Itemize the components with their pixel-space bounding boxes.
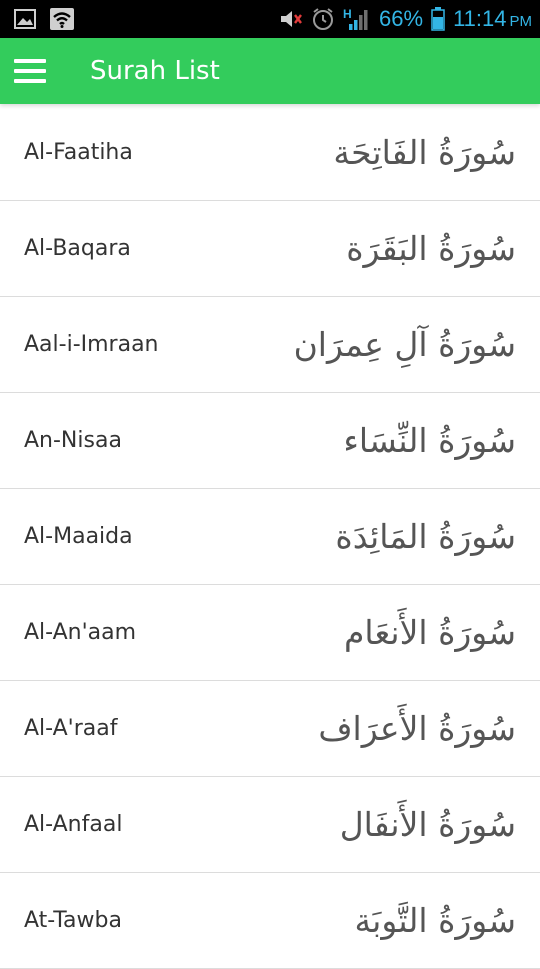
battery-percent: 66% [379, 6, 424, 31]
surah-list: Al-Faatiha سُورَةُ الفَاتِحَة Al-Baqara سُو… [0, 104, 540, 969]
surah-arabic-calligraphy: سُورَةُ التَّوبَة [354, 901, 516, 940]
surah-name: Al-An'aam [24, 620, 137, 645]
hamburger-menu-icon[interactable] [14, 59, 46, 83]
surah-name: Al-Maaida [24, 524, 133, 549]
surah-arabic-calligraphy: سُورَةُ النِّسَاء [343, 421, 516, 460]
surah-arabic-calligraphy: سُورَةُ المَائِدَة [335, 517, 516, 556]
surah-name: Al-A'raaf [24, 716, 118, 741]
surah-list-item[interactable]: Al-Baqara سُورَةُ البَقَرَة [0, 201, 540, 297]
surah-arabic-calligraphy: سُورَةُ الفَاتِحَة [333, 132, 516, 172]
surah-list-item[interactable]: Al-Faatiha سُورَةُ الفَاتِحَة [0, 104, 540, 201]
clock: 11:14 PM [453, 6, 532, 32]
surah-arabic-calligraphy: سُورَةُ الأَنفَال [339, 805, 516, 844]
surah-name: Al-Anfaal [24, 812, 123, 837]
surah-list-item[interactable]: An-Nisaa سُورَةُ النِّسَاء [0, 393, 540, 489]
svg-text:H: H [343, 7, 352, 21]
status-bar: H 66% 11:14 PM [0, 0, 540, 38]
surah-arabic-calligraphy: سُورَةُ البَقَرَة [346, 229, 516, 268]
surah-name: At-Tawba [24, 908, 122, 933]
clock-time: 11:14 [453, 6, 507, 31]
surah-list-item[interactable]: Al-Anfaal سُورَةُ الأَنفَال [0, 777, 540, 873]
surah-list-item[interactable]: Aal-i-Imraan سُورَةُ آلِ عِمرَان [0, 297, 540, 393]
clock-ampm: PM [509, 13, 533, 30]
alarm-icon [311, 7, 335, 31]
surah-list-item[interactable]: Al-An'aam سُورَةُ الأَنعَام [0, 585, 540, 681]
surah-name: Aal-i-Imraan [24, 332, 159, 357]
mute-icon [279, 8, 303, 30]
surah-name: An-Nisaa [24, 428, 122, 453]
surah-list-item[interactable]: Al-A'raaf سُورَةُ الأَعرَاف [0, 681, 540, 777]
surah-arabic-calligraphy: سُورَةُ آلِ عِمرَان [293, 325, 516, 364]
wifi-icon [50, 8, 74, 30]
surah-name: Al-Faatiha [24, 139, 133, 165]
app-bar: Surah List [0, 38, 540, 104]
surah-list-item[interactable]: Al-Maaida سُورَةُ المَائِدَة [0, 489, 540, 585]
surah-name: Al-Baqara [24, 236, 131, 261]
surah-list-item[interactable]: At-Tawba سُورَةُ التَّوبَة [0, 873, 540, 969]
surah-arabic-calligraphy: سُورَةُ الأَنعَام [344, 613, 516, 652]
signal-icon: H [343, 7, 371, 31]
surah-arabic-calligraphy: سُورَةُ الأَعرَاف [318, 709, 516, 748]
image-icon [14, 9, 36, 29]
battery-icon [431, 7, 445, 31]
app-bar-title: Surah List [90, 56, 220, 86]
